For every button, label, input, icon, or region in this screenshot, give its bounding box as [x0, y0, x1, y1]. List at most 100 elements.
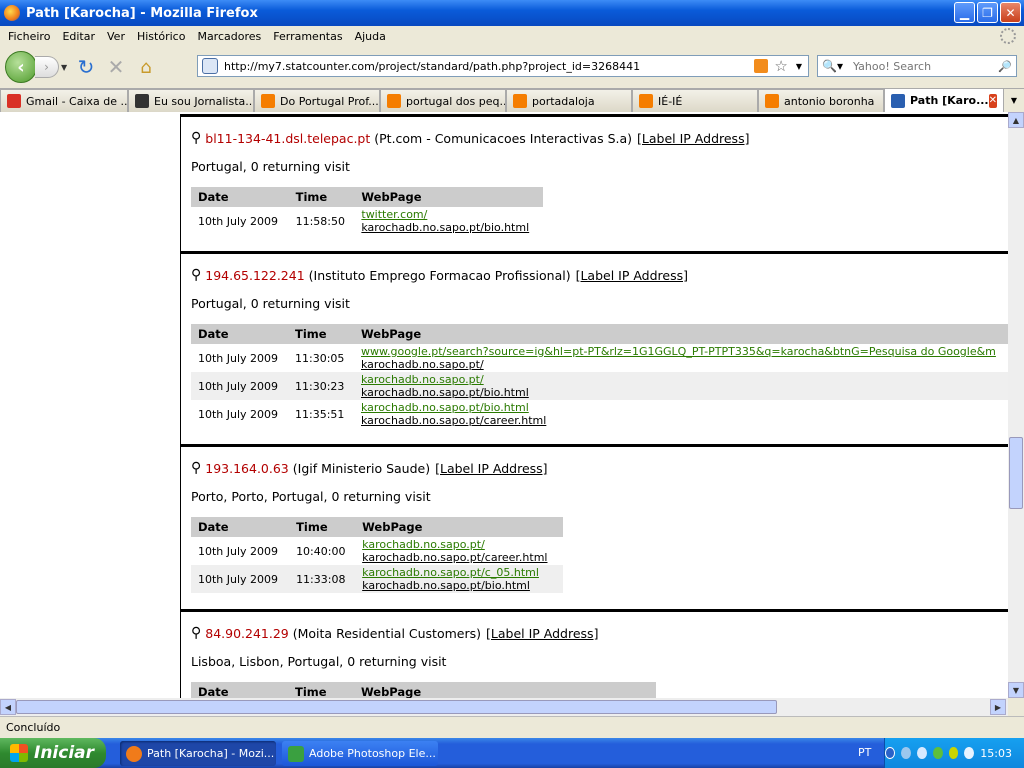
sound-icon[interactable] — [916, 747, 927, 759]
bookmark-star-icon[interactable]: ☆ — [774, 57, 787, 75]
menu-marcadores[interactable]: Marcadores — [191, 30, 267, 43]
reload-button[interactable]: ↻ — [71, 55, 101, 79]
balloon-icon[interactable] — [964, 747, 975, 759]
horizontal-scrollbar[interactable]: ◀ ▶ — [0, 698, 1008, 716]
menu-historico[interactable]: Histórico — [131, 30, 191, 43]
scroll-right-arrow-icon[interactable]: ▶ — [990, 699, 1006, 715]
magnifier-icon[interactable]: ⚲ — [191, 267, 201, 283]
page-link[interactable]: karochadb.no.sapo.pt/career.html — [361, 414, 1004, 427]
tab-eu-sou-jornalista[interactable]: Eu sou Jornalista... — [128, 89, 254, 112]
referrer-link[interactable]: twitter.com/ — [361, 208, 536, 221]
referrer-link[interactable]: karochadb.no.sapo.pt/c_05.html — [362, 566, 556, 579]
tab-antonio-boronha[interactable]: antonio boronha — [758, 89, 884, 112]
taskbar-item-photoshop[interactable]: Adobe Photoshop Ele... — [282, 741, 438, 766]
search-engine-icon[interactable]: 🔍▾ — [822, 59, 843, 73]
search-box[interactable]: 🔍▾ 🔎 — [817, 55, 1017, 77]
magnifier-icon[interactable]: ⚲ — [191, 460, 201, 476]
visitor-header: ⚲ 84.90.241.29 (Moita Residential Custom… — [191, 625, 598, 641]
d-app-icon[interactable] — [948, 747, 959, 759]
page-link[interactable]: karochadb.no.sapo.pt/bio.html — [361, 221, 536, 234]
magnifier-icon[interactable]: ⚲ — [191, 625, 201, 641]
vertical-scroll-thumb[interactable] — [1009, 437, 1023, 509]
site-identity-icon[interactable] — [202, 58, 218, 74]
minimize-button[interactable]: ▁ — [954, 2, 975, 23]
url-dropdown-icon[interactable]: ▼ — [796, 62, 802, 71]
label-ip-link[interactable]: [Label IP Address] — [576, 268, 688, 283]
tab-gmail[interactable]: Gmail - Caixa de ... — [0, 89, 128, 112]
tray-arrow-icon[interactable] — [884, 747, 896, 759]
page-link[interactable]: karochadb.no.sapo.pt/career.html — [362, 551, 556, 564]
visits-table: Date Time WebPage 10th July 2009 10:40:0… — [191, 517, 563, 593]
throbber-icon — [1000, 28, 1016, 44]
gmail-icon — [7, 94, 21, 108]
label-ip-link[interactable]: [Label IP Address] — [486, 626, 598, 641]
page-link[interactable]: karochadb.no.sapo.pt/bio.html — [362, 579, 556, 592]
rss-feed-icon[interactable] — [754, 59, 769, 73]
firefox-icon — [126, 745, 142, 762]
history-dropdown-icon[interactable]: ▼ — [61, 63, 71, 72]
task-label: Path [Karocha] - Mozi... — [147, 747, 275, 760]
forward-button[interactable]: › — [35, 56, 59, 78]
label-ip-link[interactable]: [Label IP Address] — [637, 131, 749, 146]
menu-ver[interactable]: Ver — [101, 30, 131, 43]
referrer-link[interactable]: karochadb.no.sapo.pt/ — [361, 373, 1004, 386]
tab-portadaloja[interactable]: portadaloja — [506, 89, 632, 112]
status-bar: Concluído — [0, 716, 1024, 738]
messenger-icon[interactable] — [932, 747, 943, 759]
search-go-icon[interactable]: 🔎 — [998, 60, 1012, 73]
close-window-button[interactable]: ✕ — [1000, 2, 1021, 23]
magnifier-icon[interactable]: ⚲ — [191, 130, 201, 146]
col-date: Date — [191, 517, 290, 537]
scroll-left-arrow-icon[interactable]: ◀ — [0, 699, 16, 715]
back-button[interactable]: ‹ — [5, 51, 37, 83]
maximize-button[interactable]: ❐ — [977, 2, 998, 23]
stop-button[interactable]: ✕ — [101, 55, 131, 79]
page-content: ⚲ bl11-134-41.dsl.telepac.pt (Pt.com - C… — [0, 112, 1008, 698]
visitor-ip[interactable]: 84.90.241.29 — [205, 626, 289, 641]
visitor-ip[interactable]: bl11-134-41.dsl.telepac.pt — [205, 131, 370, 146]
vertical-scrollbar[interactable]: ▲ ▼ — [1008, 112, 1024, 698]
tab-path-karocha[interactable]: Path [Karo... ✕ — [884, 88, 1004, 112]
blogger-icon — [387, 94, 401, 108]
table-header-row: Date Time WebPage — [191, 517, 563, 537]
language-indicator[interactable]: PT — [858, 746, 871, 759]
visitor-entry: ⚲ 84.90.241.29 (Moita Residential Custom… — [180, 609, 1008, 698]
tab-do-portugal-prof[interactable]: Do Portugal Prof... — [254, 89, 380, 112]
scroll-up-arrow-icon[interactable]: ▲ — [1008, 112, 1024, 128]
menu-editar[interactable]: Editar — [56, 30, 101, 43]
menu-ajuda[interactable]: Ajuda — [349, 30, 392, 43]
visit-date: 10th July 2009 — [198, 214, 279, 228]
close-tab-icon[interactable]: ✕ — [988, 93, 997, 108]
visitor-location: Portugal, 0 returning visit — [191, 159, 350, 174]
taskbar-item-firefox[interactable]: Path [Karocha] - Mozi... — [120, 741, 276, 766]
page-link[interactable]: karochadb.no.sapo.pt/bio.html — [361, 386, 1004, 399]
tab-portugal-dos-peq[interactable]: portugal dos peq... — [380, 89, 506, 112]
visitor-ip[interactable]: 194.65.122.241 — [205, 268, 304, 283]
visit-pages: karochadb.no.sapo.pt/ karochadb.no.sapo.… — [355, 537, 563, 565]
referrer-link[interactable]: karochadb.no.sapo.pt/bio.html — [361, 401, 1004, 414]
menu-ficheiro[interactable]: Ficheiro — [2, 30, 56, 43]
tab-label: Gmail - Caixa de ... — [26, 94, 128, 108]
referrer-link[interactable]: karochadb.no.sapo.pt/ — [362, 538, 556, 551]
url-text[interactable]: http://my7.statcounter.com/project/stand… — [224, 60, 754, 73]
network-icon[interactable] — [901, 747, 911, 759]
start-button[interactable]: Iniciar — [0, 738, 106, 768]
menu-ferramentas[interactable]: Ferramentas — [267, 30, 348, 43]
blogger-icon — [639, 94, 653, 108]
visitor-ip[interactable]: 193.164.0.63 — [205, 461, 289, 476]
referrer-link[interactable]: www.google.pt/search?source=ig&hl=pt-PT&… — [361, 345, 1004, 358]
visitor-org: (Moita Residential Customers) — [292, 625, 482, 641]
page-link[interactable]: karochadb.no.sapo.pt/ — [361, 358, 1004, 371]
scroll-down-arrow-icon[interactable]: ▼ — [1008, 682, 1024, 698]
window-titlebar: Path [Karocha] - Mozilla Firefox ▁ ❐ ✕ — [0, 0, 1024, 26]
horizontal-scroll-thumb[interactable] — [16, 700, 777, 714]
search-input[interactable] — [852, 59, 999, 73]
visits-table: Date Time WebPage 10th July 2009 11:30:0… — [191, 324, 1008, 428]
home-button[interactable]: ⌂ — [131, 55, 161, 79]
label-ip-link[interactable]: [Label IP Address] — [435, 461, 547, 476]
tab-list-dropdown-icon[interactable]: ▼ — [1004, 89, 1024, 112]
blogger-icon — [261, 94, 275, 108]
address-bar[interactable]: http://my7.statcounter.com/project/stand… — [197, 55, 809, 77]
tab-ie-ie[interactable]: IÉ-IÉ — [632, 89, 758, 112]
visits-table: Date Time WebPage 10th July 2009 11:58:5… — [191, 187, 543, 235]
